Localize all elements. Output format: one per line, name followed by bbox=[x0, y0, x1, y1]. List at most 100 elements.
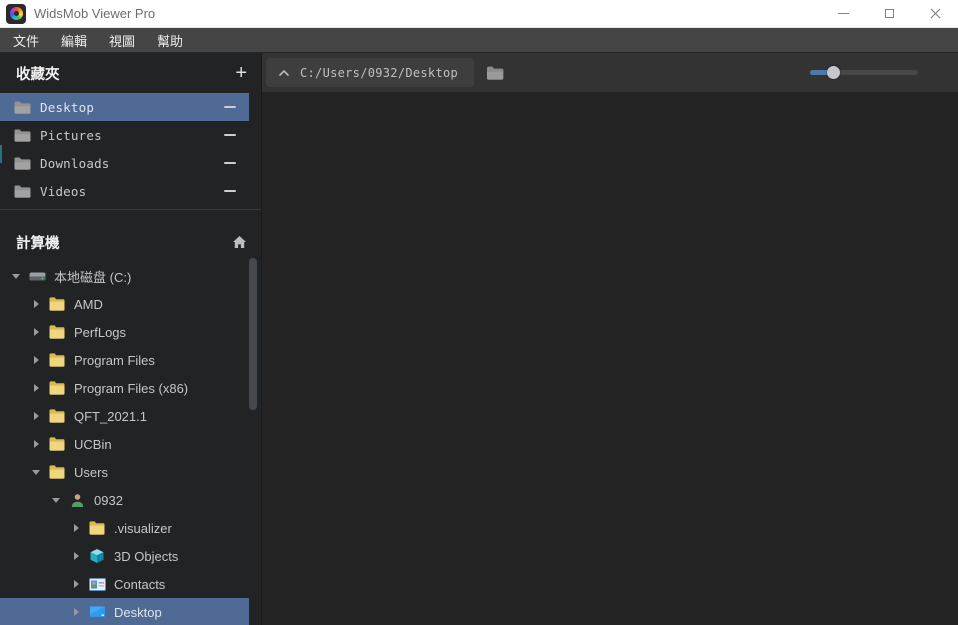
tree-item-qft-2021-1[interactable]: QFT_2021.1 bbox=[0, 402, 249, 430]
remove-favorite-button[interactable] bbox=[224, 162, 236, 164]
user-icon bbox=[68, 493, 86, 508]
favorite-item-pictures[interactable]: Pictures bbox=[0, 121, 249, 149]
tree-item-label: Program Files (x86) bbox=[74, 380, 189, 396]
cube-icon bbox=[88, 548, 106, 564]
favorite-label: Pictures bbox=[40, 127, 102, 143]
remove-favorite-button[interactable] bbox=[224, 190, 236, 192]
drive-icon bbox=[28, 270, 46, 283]
minimize-icon bbox=[837, 13, 849, 14]
menu-item-view[interactable]: 視圖 bbox=[106, 31, 138, 50]
chevron-up-icon bbox=[278, 69, 290, 76]
expand-toggle-icon[interactable] bbox=[30, 300, 42, 308]
sidebar-separator bbox=[0, 209, 261, 210]
maximize-button[interactable] bbox=[866, 0, 912, 27]
tree-item-ucbin[interactable]: UCBin bbox=[0, 430, 249, 458]
tree-item-amd[interactable]: AMD bbox=[0, 290, 249, 318]
menu-item-edit[interactable]: 編輯 bbox=[58, 31, 90, 50]
folder-button[interactable] bbox=[486, 66, 504, 80]
tree-item-label: UCBin bbox=[74, 436, 112, 452]
current-path: C:/Users/0932/Desktop bbox=[300, 65, 459, 80]
expand-toggle-icon[interactable] bbox=[30, 356, 42, 364]
tree-item-label: AMD bbox=[74, 296, 103, 312]
main-split: 收藏夾 + Desktop Pictures Downloads Videos 計算機… bbox=[0, 53, 958, 625]
zoom-slider-thumb[interactable] bbox=[826, 66, 840, 79]
favorite-item-videos[interactable]: Videos bbox=[0, 177, 249, 205]
tree-item-label: .visualizer bbox=[114, 520, 172, 536]
computer-title: 計算機 bbox=[16, 235, 60, 252]
tree-item-visualizer[interactable]: .visualizer bbox=[0, 514, 249, 542]
desktop-icon bbox=[88, 605, 106, 619]
accent-strip bbox=[0, 145, 2, 163]
expand-toggle-icon[interactable] bbox=[70, 580, 82, 588]
tree-item-label: QFT_2021.1 bbox=[74, 408, 147, 424]
tree-item-3d-objects[interactable]: 3D Objects bbox=[0, 542, 249, 570]
favorite-item-desktop[interactable]: Desktop bbox=[0, 93, 249, 121]
folder-icon bbox=[14, 185, 31, 198]
expand-toggle-icon[interactable] bbox=[30, 440, 42, 448]
folder-icon bbox=[487, 66, 504, 80]
color-wheel-icon bbox=[9, 7, 23, 20]
collapse-toggle-icon[interactable] bbox=[50, 497, 62, 503]
tree-item-desktop[interactable]: Desktop bbox=[0, 598, 249, 625]
tree-item-label: PerfLogs bbox=[74, 324, 127, 340]
tree-item-perflogs[interactable]: PerfLogs bbox=[0, 318, 249, 346]
computer-tree: 本地磁盘 (C:) AMD PerfLogs Program Files Program… bbox=[0, 262, 261, 625]
expand-toggle-icon[interactable] bbox=[30, 412, 42, 420]
favorite-item-downloads[interactable]: Downloads bbox=[0, 149, 249, 177]
path-breadcrumb[interactable]: C:/Users/0932/Desktop bbox=[266, 58, 475, 87]
menu-item-help[interactable]: 幫助 bbox=[154, 31, 186, 50]
folder-yellow-icon bbox=[48, 381, 66, 395]
sidebar: 收藏夾 + Desktop Pictures Downloads Videos 計算機… bbox=[0, 53, 262, 625]
favorites-list: Desktop Pictures Downloads Videos bbox=[0, 93, 261, 205]
sidebar-scrollbar-thumb[interactable] bbox=[249, 258, 257, 410]
tree-item-label: 本地磁盘 (C:) bbox=[54, 269, 132, 285]
folder-yellow-icon bbox=[48, 465, 66, 479]
folder-yellow-icon bbox=[48, 325, 66, 339]
favorites-title: 收藏夾 bbox=[16, 66, 60, 83]
app-icon[interactable] bbox=[6, 3, 26, 24]
titlebar: WidsMob Viewer Pro bbox=[0, 0, 958, 28]
expand-toggle-icon[interactable] bbox=[70, 552, 82, 560]
home-icon bbox=[233, 236, 246, 248]
window-controls bbox=[820, 0, 958, 27]
home-button[interactable] bbox=[232, 235, 247, 249]
app-window: WidsMob Viewer Pro 文件 編輯 視圖 幫助 收藏夾 + Deskto… bbox=[0, 0, 958, 625]
remove-favorite-button[interactable] bbox=[224, 106, 236, 108]
zoom-slider[interactable] bbox=[810, 66, 918, 79]
expand-toggle-icon[interactable] bbox=[30, 384, 42, 392]
menu-item-file[interactable]: 文件 bbox=[10, 31, 42, 50]
add-favorite-button[interactable]: + bbox=[235, 63, 247, 83]
favorites-header: 收藏夾 + bbox=[0, 53, 261, 93]
maximize-icon bbox=[884, 9, 894, 18]
folder-yellow-icon bbox=[48, 409, 66, 423]
tree-item-program-files[interactable]: Program Files bbox=[0, 346, 249, 374]
tree-item-label: Desktop bbox=[114, 604, 162, 620]
folder-icon bbox=[14, 129, 31, 142]
tree-item-label: Users bbox=[74, 464, 108, 480]
tree-item-label: 0932 bbox=[94, 492, 123, 508]
expand-toggle-icon[interactable] bbox=[70, 608, 82, 616]
close-icon bbox=[930, 8, 940, 19]
folder-icon bbox=[14, 101, 31, 114]
tree-item-users[interactable]: Users bbox=[0, 458, 249, 486]
minimize-button[interactable] bbox=[820, 0, 866, 27]
favorite-label: Desktop bbox=[40, 99, 95, 115]
folder-icon bbox=[14, 157, 31, 170]
expand-toggle-icon[interactable] bbox=[30, 328, 42, 336]
tree-item-contacts[interactable]: Contacts bbox=[0, 570, 249, 598]
tree-item-label: 3D Objects bbox=[114, 548, 179, 564]
collapse-toggle-icon[interactable] bbox=[10, 273, 22, 279]
close-button[interactable] bbox=[912, 0, 958, 27]
tree-item-user-0932[interactable]: 0932 bbox=[0, 486, 249, 514]
folder-yellow-icon bbox=[48, 353, 66, 367]
remove-favorite-button[interactable] bbox=[224, 134, 236, 136]
tree-item-label: Program Files bbox=[74, 352, 155, 368]
computer-header: 計算機 bbox=[0, 222, 261, 262]
folder-yellow-icon bbox=[48, 437, 66, 451]
collapse-toggle-icon[interactable] bbox=[30, 469, 42, 475]
tree-item-program-files-x86[interactable]: Program Files (x86) bbox=[0, 374, 249, 402]
folder-yellow-icon bbox=[88, 521, 106, 535]
expand-toggle-icon[interactable] bbox=[70, 524, 82, 532]
tree-item-c-drive[interactable]: 本地磁盘 (C:) bbox=[0, 262, 249, 290]
folder-yellow-icon bbox=[48, 297, 66, 311]
